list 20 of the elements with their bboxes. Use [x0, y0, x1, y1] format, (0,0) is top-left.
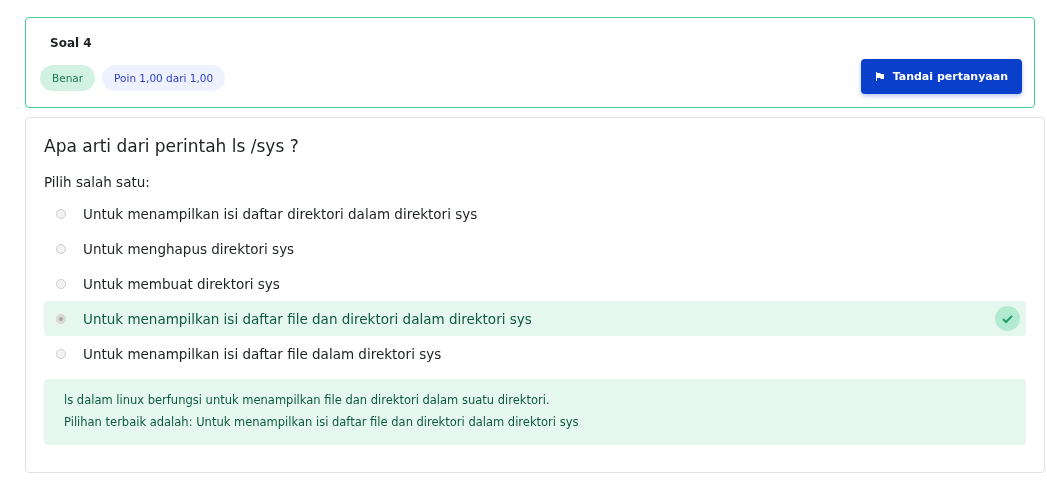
option-label: Untuk menghapus direktori sys — [83, 240, 296, 257]
option-label: Untuk menampilkan isi daftar file dan direktori dalam direktori sys — [83, 310, 533, 327]
question-text: Apa arti dari perintah ls /sys ? — [44, 136, 300, 156]
option-label: Untuk membuat direktori sys — [83, 275, 281, 292]
radio-button[interactable] — [56, 348, 66, 359]
flag-question-button[interactable]: Tandai pertanyaan — [860, 59, 1022, 94]
radio-button[interactable] — [56, 208, 66, 219]
radio-button[interactable] — [56, 313, 66, 324]
question-number: Soal 4 — [50, 36, 92, 50]
points-badge: Poin 1,00 dari 1,00 — [102, 65, 226, 91]
feedback-text: ls dalam linux berfungsi untuk menampilkan file dan direktori dalam suatu direktori. — [64, 392, 551, 409]
answer-prompt: Pilih salah satu: — [44, 174, 150, 190]
check-icon — [995, 306, 1020, 331]
option-label: Untuk menampilkan isi daftar direktori dalam direktori sys — [83, 205, 479, 222]
flag-icon — [874, 72, 885, 81]
option-label: Untuk menampilkan isi daftar file dalam direktori sys — [83, 345, 443, 362]
radio-button[interactable] — [56, 278, 66, 289]
status-badge: Benar — [40, 65, 96, 91]
feedback-text: Pilihan terbaik adalah: Untuk menampilkan isi daftar file dan direktori dalam direktori sys — [64, 414, 580, 431]
radio-button[interactable] — [56, 243, 66, 254]
